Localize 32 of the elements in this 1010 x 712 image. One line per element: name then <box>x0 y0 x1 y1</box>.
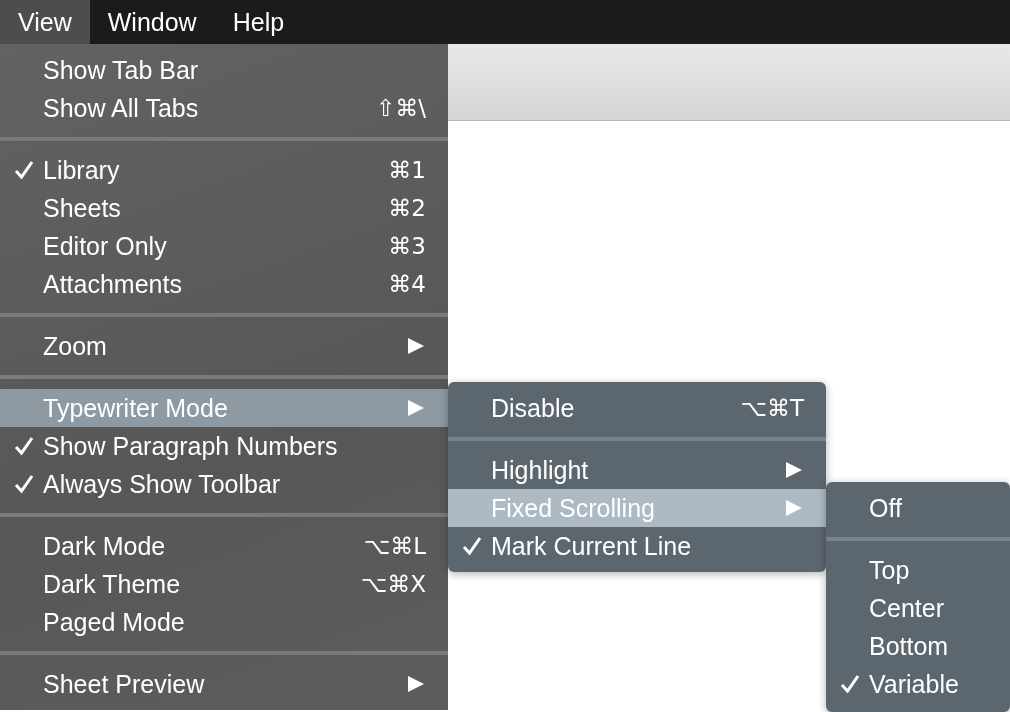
shortcut-text: ⌘2 <box>388 195 426 221</box>
menu-item[interactable]: Show Paragraph Numbers <box>0 427 448 465</box>
shortcut-text: ⌥⌘T <box>740 395 804 421</box>
menu-item[interactable]: Zoom <box>0 327 448 365</box>
shortcut-text: ⌥⌘X <box>360 571 426 597</box>
menu-item[interactable]: Highlight <box>448 451 826 489</box>
menu-item[interactable]: Variable <box>826 665 1010 703</box>
menu-item[interactable]: Attachments ⌘4 <box>0 265 448 303</box>
shortcut-text: ⇧⌘\ <box>375 95 426 121</box>
menu-item[interactable]: Show All Tabs ⇧⌘\ <box>0 89 448 127</box>
menu-item[interactable]: Dark Theme ⌥⌘X <box>0 565 448 603</box>
menu-bar-item[interactable]: Window <box>89 0 215 44</box>
shortcut-text: ⌥⌘L <box>363 533 426 559</box>
menu-item[interactable]: Editor Only ⌘3 <box>0 227 448 265</box>
menu-item[interactable]: Show Tab Bar <box>0 51 448 89</box>
menu-item[interactable]: Off <box>826 489 1010 527</box>
menu-item[interactable]: Bottom <box>826 627 1010 665</box>
shortcut-text: ⌘3 <box>388 233 426 259</box>
menu-item[interactable]: Center <box>826 589 1010 627</box>
shortcut-text: ⌘1 <box>388 157 426 183</box>
menu-item[interactable]: Sheet Preview <box>0 665 448 703</box>
menu-item[interactable]: Mark Current Line <box>448 527 826 565</box>
shortcut-text: ⌘4 <box>388 271 426 297</box>
menu-item[interactable]: Disable ⌥⌘T <box>448 389 826 427</box>
menu-item[interactable]: Library ⌘1 <box>0 151 448 189</box>
menu-bar-item[interactable]: Help <box>214 0 303 44</box>
menu-item[interactable]: Sheets ⌘2 <box>0 189 448 227</box>
menu-item[interactable]: Always Show Toolbar <box>0 465 448 503</box>
menu-bar-item[interactable]: View <box>0 0 90 44</box>
menu-item[interactable]: Paged Mode <box>0 603 448 641</box>
menu-item[interactable]: Top <box>826 551 1010 589</box>
menu-item[interactable]: Dark Mode ⌥⌘L <box>0 527 448 565</box>
